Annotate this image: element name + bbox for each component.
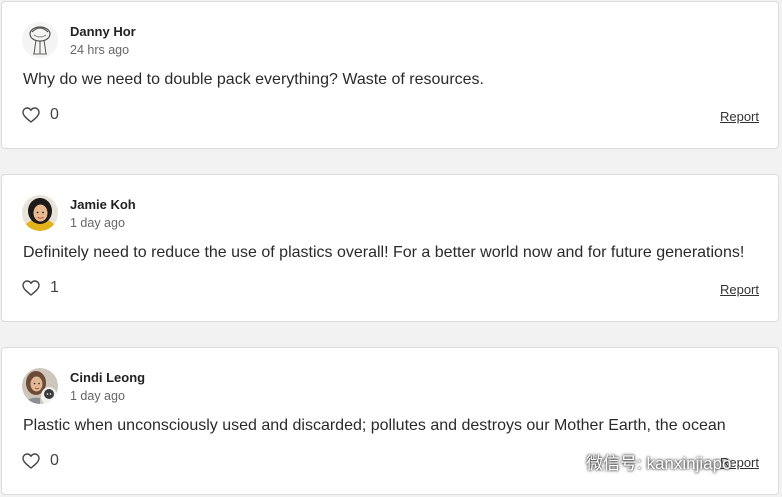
like-count: 0 <box>50 452 59 469</box>
like-count: 0 <box>50 106 59 123</box>
avatar[interactable] <box>22 22 58 58</box>
heart-icon <box>22 280 40 296</box>
comment-text: Definitely need to reduce the use of pla… <box>23 244 745 261</box>
comment-card: Cindi Leong 1 day ago Plastic when uncon… <box>1 347 779 495</box>
report-link[interactable]: Report <box>720 282 759 297</box>
heart-icon <box>22 453 40 469</box>
comment-timestamp: 1 day ago <box>70 216 125 230</box>
report-link[interactable]: Report <box>720 109 759 124</box>
avatar[interactable] <box>22 368 58 404</box>
comment-author[interactable]: Danny Hor <box>70 24 136 39</box>
comment-card: Danny Hor 24 hrs ago Why do we need to d… <box>1 1 779 149</box>
report-link[interactable]: Report <box>720 455 759 470</box>
like-count: 1 <box>50 279 59 296</box>
like-button[interactable]: 0 <box>22 452 59 470</box>
like-button[interactable]: 1 <box>22 279 59 297</box>
heart-icon <box>22 107 40 123</box>
comment-author[interactable]: Jamie Koh <box>70 197 136 212</box>
avatar[interactable] <box>22 195 58 231</box>
comment-feed: Danny Hor 24 hrs ago Why do we need to d… <box>0 0 782 497</box>
comment-card: Jamie Koh 1 day ago Definitely need to r… <box>1 174 779 322</box>
comment-author[interactable]: Cindi Leong <box>70 370 145 385</box>
comment-text: Why do we need to double pack everything… <box>23 71 484 88</box>
comment-text: Plastic when unconsciously used and disc… <box>23 417 726 434</box>
comment-timestamp: 1 day ago <box>70 389 125 403</box>
like-button[interactable]: 0 <box>22 106 59 124</box>
comment-timestamp: 24 hrs ago <box>70 43 130 57</box>
